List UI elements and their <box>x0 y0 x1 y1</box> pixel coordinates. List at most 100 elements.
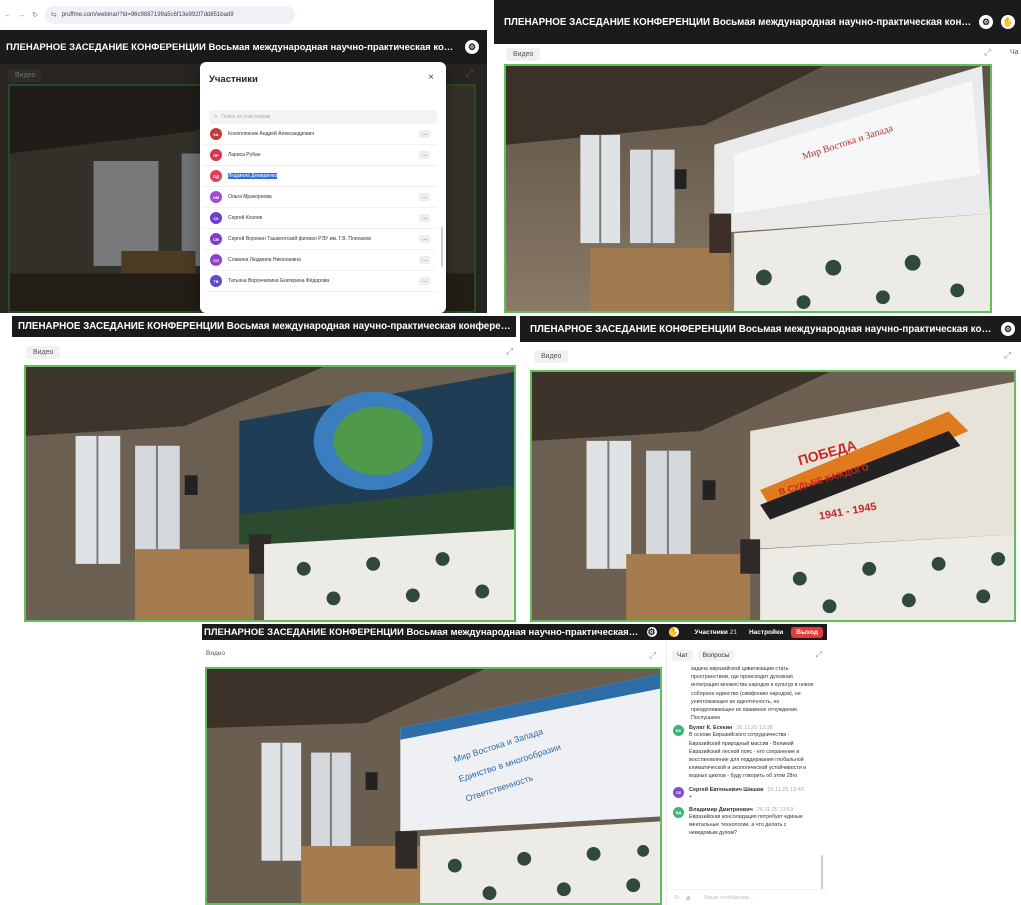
avatar: СЕ <box>673 786 684 798</box>
back-icon[interactable]: ← <box>4 12 11 19</box>
more-icon[interactable]: … <box>419 277 430 285</box>
chat-tabs: Чат Вопросы ⤢ <box>667 648 827 662</box>
message-body: Сергей Евгеньевич Шишов 26.11.25 13:43 + <box>689 787 804 801</box>
message-body: Булат К. Есекин 26.11.25 13:38 В основе Е… <box>689 725 816 780</box>
participant-row[interactable]: СК Сергей Козлов … <box>204 208 436 229</box>
chat-scrollbar[interactable] <box>821 855 823 890</box>
expand-icon[interactable]: ⤢ <box>506 346 513 357</box>
reload-icon[interactable]: ↻ <box>32 11 38 19</box>
participant-name: Коноплянник Андрей Александрович <box>228 131 315 137</box>
settings-icon[interactable]: ⚙ <box>1001 322 1015 336</box>
search-placeholder: Поиск по участникам <box>221 114 271 120</box>
participant-row[interactable]: ОМ Ольга Мракорнова … <box>204 187 436 208</box>
browser-toolbar: ← → ↻ ⇆ pruffme.com/webinar/?id=96c98871… <box>0 0 487 30</box>
attach-icon[interactable]: ⌀ <box>686 894 690 902</box>
tab-questions[interactable]: Вопросы <box>697 649 735 661</box>
avatar: ЛД <box>210 170 222 182</box>
video-stream <box>24 365 516 622</box>
panel-participants: ← → ↻ ⇆ pruffme.com/webinar/?id=96c98871… <box>0 0 487 313</box>
participant-name: Ольга Мракорнова <box>228 194 272 200</box>
url-text: pruffme.com/webinar/?id=96c9887199a5c6f1… <box>61 12 234 18</box>
chat-message-partial: задача евразийской цивилизации стать про… <box>691 666 814 722</box>
message-author: Сергей Евгеньевич Шишов 26.11.25 13:43 <box>689 787 804 793</box>
more-icon[interactable]: … <box>419 193 430 201</box>
panel-slide-globe: ПЛЕНАРНОЕ ЗАСЕДАНИЕ КОНФЕРЕНЦИИ Восьмая … <box>12 316 516 622</box>
chat-message: ВД Владимир Дмитриович 26.11.25 13:59 Евр… <box>667 804 822 841</box>
panel-chat-view: ПЛЕНАРНОЕ ЗАСЕДАНИЕ КОНФЕРЕНЦИИ Восьмая … <box>202 624 827 905</box>
address-bar[interactable]: ⇆ pruffme.com/webinar/?id=96c9887199a5c6… <box>44 6 295 24</box>
video-label: Видео <box>206 650 225 657</box>
forward-icon[interactable]: → <box>18 12 25 19</box>
video-stream: Мир Востока и Запада Единство в многообр… <box>205 667 662 905</box>
participant-row[interactable]: СЛ Славина Людмила Николаевна … <box>204 250 436 271</box>
participant-row[interactable]: СВ Сергей Воронин Ташкентский филиал РЭУ… <box>204 229 436 250</box>
video-label: Видео <box>506 48 541 61</box>
emoji-icon[interactable]: ☺ <box>673 894 680 901</box>
participant-row[interactable]: ТВ Татьяна Ворончихина Екатерина Фёдоров… <box>204 271 436 292</box>
chat-message: СЕ Сергей Евгеньевич Шишов 26.11.25 13:43… <box>667 784 822 804</box>
video-stream: Мир Востока и Запада <box>504 64 992 313</box>
author-name: Владимир Дмитриович <box>689 806 753 813</box>
video-stream: ПОБЕДА В СУДЬБЕ КАЖДОГО 1941 - 1945 <box>530 370 1016 622</box>
participant-row[interactable]: ЛР Лариса Рубан … <box>204 145 436 166</box>
chat-tab-partial[interactable]: Ча <box>1010 49 1019 56</box>
participant-name: Славина Людмила Николаевна <box>228 257 301 263</box>
webinar-header: ПЛЕНАРНОЕ ЗАСЕДАНИЕ КОНФЕРЕНЦИИ Восьмая … <box>202 624 827 640</box>
avatar: ТВ <box>210 275 222 287</box>
expand-icon[interactable]: ⤢ <box>649 650 656 661</box>
participants-count: 21 <box>729 628 737 636</box>
participant-name: Татьяна Ворончихина Екатерина Фёдорова <box>228 278 330 284</box>
message-text: В основе Евразийского сотрудничества - Е… <box>689 732 807 780</box>
reaction-icon[interactable]: ✋ <box>668 627 679 637</box>
avatar: ВД <box>673 806 684 818</box>
webinar-title: ПЛЕНАРНОЕ ЗАСЕДАНИЕ КОНФЕРЕНЦИИ Восьмая … <box>6 41 459 53</box>
more-icon[interactable]: … <box>419 130 430 138</box>
message-body: Владимир Дмитриович 26.11.25 13:59 Еврази… <box>689 807 816 838</box>
participant-name: Лариса Рубан <box>228 152 261 158</box>
participant-name: Сергей Козлов <box>228 215 263 221</box>
settings-icon[interactable]: ⚙ <box>646 627 657 637</box>
participant-name: Сергей Воронин Ташкентский филиал РЭУ им… <box>228 236 371 242</box>
more-icon[interactable]: … <box>419 256 430 264</box>
webinar-header: ПЛЕНАРНОЕ ЗАСЕДАНИЕ КОНФЕРЕНЦИИ Восьмая … <box>520 316 1021 342</box>
exit-button[interactable]: Выход <box>791 626 823 638</box>
webinar-title: ПЛЕНАРНОЕ ЗАСЕДАНИЕ КОНФЕРЕНЦИИ Восьмая … <box>204 626 641 638</box>
expand-icon[interactable]: ⤢ <box>1004 350 1011 361</box>
message-text: + <box>689 793 693 800</box>
settings-icon[interactable]: ⚙ <box>979 15 993 29</box>
more-icon[interactable]: … <box>419 235 430 243</box>
reaction-icon[interactable]: ✋ <box>1001 15 1015 29</box>
tab-chat[interactable]: Чат <box>672 649 693 661</box>
modal-close-icon[interactable]: × <box>428 72 434 83</box>
avatar: СВ <box>210 233 222 245</box>
author-name: Сергей Евгеньевич Шишов <box>689 786 764 793</box>
list-scrollbar[interactable] <box>441 227 443 267</box>
more-icon[interactable]: … <box>419 151 430 159</box>
avatar: ЛР <box>210 149 222 161</box>
message-text: Евразийская консолидация потребует едины… <box>689 813 803 837</box>
webinar-title: ПЛЕНАРНОЕ ЗАСЕДАНИЕ КОНФЕРЕНЦИИ Восьмая … <box>504 16 973 28</box>
panel-slide-title: ПЛЕНАРНОЕ ЗАСЕДАНИЕ КОНФЕРЕНЦИИ Восьмая … <box>494 0 1021 313</box>
participant-name-selected: Людмила Демиденко <box>228 173 430 179</box>
chat-message: БК Булат К. Есекин 26.11.25 13:38 В основ… <box>667 722 822 783</box>
settings-icon[interactable]: ⚙ <box>465 40 479 54</box>
expand-icon[interactable]: ⤢ <box>984 47 991 58</box>
chat-expand-icon[interactable]: ⤢ <box>816 650 822 660</box>
chat-messages: задача евразийской цивилизации стать про… <box>667 665 822 885</box>
participants-button[interactable]: Участники 21 <box>695 629 737 636</box>
selected-text: Людмила Демиденко <box>228 173 278 179</box>
avatar: БК <box>673 725 684 737</box>
participants-search[interactable]: ⌕ Поиск по участникам <box>209 110 437 124</box>
more-icon[interactable]: … <box>419 214 430 222</box>
webinar-header: ПЛЕНАРНОЕ ЗАСЕДАНИЕ КОНФЕРЕНЦИИ Восьмая … <box>12 316 516 337</box>
webinar-header: ПЛЕНАРНОЕ ЗАСЕДАНИЕ КОНФЕРЕНЦИИ Восьмая … <box>494 0 1021 44</box>
avatar: СК <box>210 212 222 224</box>
site-settings-icon[interactable]: ⇆ <box>51 11 57 19</box>
video-label: Видео <box>534 350 569 363</box>
participant-row[interactable]: КА Коноплянник Андрей Александрович … <box>204 124 436 145</box>
participant-row[interactable]: ЛД Людмила Демиденко <box>204 166 436 187</box>
participants-label: Участники <box>694 628 728 636</box>
settings-button[interactable]: Настройки <box>749 629 783 636</box>
chat-panel: Чат Вопросы ⤢ задача евразийской цивилиз… <box>666 640 827 905</box>
chat-input[interactable]: Ваше сообщение... <box>704 895 753 901</box>
